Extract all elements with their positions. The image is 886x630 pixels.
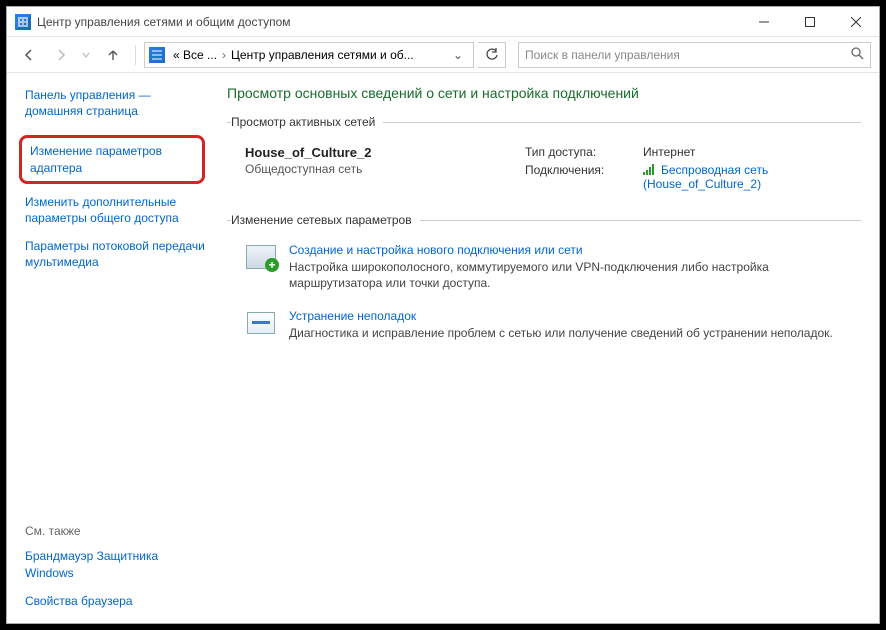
window-controls <box>741 7 879 37</box>
nav-separator <box>135 45 136 65</box>
breadcrumb-icon <box>149 47 165 63</box>
window: Центр управления сетями и общим доступом <box>6 6 880 624</box>
access-type-label: Тип доступа: <box>525 145 635 159</box>
sidebar-adapter-link[interactable]: Изменение параметров адаптера <box>19 135 205 183</box>
network-type: Общедоступная сеть <box>245 162 495 176</box>
sidebar-browser-link[interactable]: Свойства браузера <box>25 593 205 609</box>
network-name: House_of_Culture_2 <box>245 145 495 160</box>
app-icon <box>15 14 31 30</box>
new-connection-desc: Настройка широкополосного, коммутируемог… <box>289 259 853 291</box>
breadcrumb-current[interactable]: Центр управления сетями и об... <box>227 48 418 62</box>
troubleshoot-link[interactable]: Устранение неполадок <box>289 309 853 323</box>
active-networks-legend: Просмотр активных сетей <box>231 115 383 129</box>
minimize-button[interactable] <box>741 7 787 37</box>
back-button[interactable] <box>15 41 43 69</box>
sidebar-firewall-link[interactable]: Брандмауэр Защитника Windows <box>25 548 205 580</box>
new-connection-item: Создание и настройка нового подключения … <box>231 237 857 303</box>
content-area: Просмотр основных сведений о сети и наст… <box>217 73 879 623</box>
connection-name: Беспроводная сеть (House_of_Culture_2) <box>643 163 768 191</box>
search-input[interactable] <box>525 48 844 62</box>
wifi-signal-icon <box>643 164 657 175</box>
refresh-button[interactable] <box>478 42 506 68</box>
troubleshoot-item: Устранение неполадок Диагностика и испра… <box>231 303 857 353</box>
connection-link[interactable]: Беспроводная сеть (House_of_Culture_2) <box>643 163 853 191</box>
up-button[interactable] <box>99 41 127 69</box>
network-info: House_of_Culture_2 Общедоступная сеть <box>245 145 495 191</box>
change-settings-legend: Изменение сетевых параметров <box>231 213 420 227</box>
sidebar-streaming-link[interactable]: Параметры потоковой передачи мультимедиа <box>25 238 205 270</box>
navigation-bar: « Все ... › Центр управления сетями и об… <box>7 37 879 73</box>
breadcrumb[interactable]: « Все ... › Центр управления сетями и об… <box>144 42 474 68</box>
sidebar-sharing-link[interactable]: Изменить дополнительные параметры общего… <box>25 194 205 226</box>
window-title: Центр управления сетями и общим доступом <box>37 15 291 29</box>
page-title: Просмотр основных сведений о сети и наст… <box>227 85 861 101</box>
change-settings-group: Изменение сетевых параметров Создание и … <box>227 213 861 360</box>
recent-dropdown[interactable] <box>79 41 93 69</box>
sidebar: Панель управления — домашняя страница Из… <box>7 73 217 623</box>
maximize-button[interactable] <box>787 7 833 37</box>
title-bar: Центр управления сетями и общим доступом <box>7 7 879 37</box>
search-icon[interactable] <box>850 46 864 63</box>
breadcrumb-root[interactable]: « Все ... <box>169 48 221 62</box>
new-connection-icon <box>245 243 277 271</box>
active-networks-group: Просмотр активных сетей House_of_Culture… <box>227 115 861 203</box>
breadcrumb-dropdown[interactable]: ⌄ <box>447 48 469 62</box>
sidebar-home-link[interactable]: Панель управления — домашняя страница <box>25 87 205 119</box>
troubleshoot-icon <box>245 309 277 337</box>
active-network-row: House_of_Culture_2 Общедоступная сеть Ти… <box>231 139 857 197</box>
search-box[interactable] <box>518 42 871 68</box>
close-button[interactable] <box>833 7 879 37</box>
access-type-value: Интернет <box>643 145 853 159</box>
troubleshoot-desc: Диагностика и исправление проблем с сеть… <box>289 325 853 341</box>
body: Панель управления — домашняя страница Из… <box>7 73 879 623</box>
see-also-header: См. также <box>25 524 205 538</box>
sidebar-spacer <box>25 283 205 525</box>
forward-button[interactable] <box>47 41 75 69</box>
connections-label: Подключения: <box>525 163 635 191</box>
new-connection-link[interactable]: Создание и настройка нового подключения … <box>289 243 853 257</box>
network-details: Тип доступа: Интернет Подключения: Беспр… <box>525 145 853 191</box>
